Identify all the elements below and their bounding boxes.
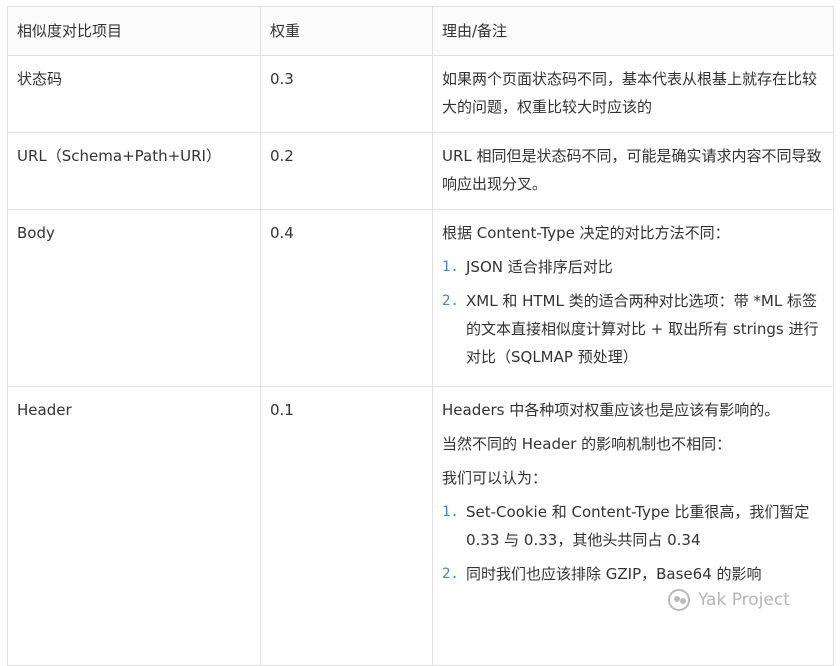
list-number: 2. <box>442 293 459 309</box>
note-intro: 根据 Content-Type 决定的对比方法不同： <box>442 224 730 242</box>
note-content: Headers 中各种项对权重应该也是应该有影响的。 当然不同的 Header … <box>442 396 826 594</box>
header-note: 理由/备注 <box>432 6 834 56</box>
list-item: 2. 同时我们也应该排除 GZIP，Base64 的影响 <box>442 560 826 588</box>
cell-note: URL 相同但是状态码不同，可能是确实请求内容不同导致响应出现分叉。 <box>432 132 834 210</box>
cell-item: Body <box>7 209 261 387</box>
cell-note: 根据 Content-Type 决定的对比方法不同： 1. JSON 适合排序后… <box>432 209 834 387</box>
list-text: 同时我们也应该排除 GZIP，Base64 的影响 <box>466 565 762 583</box>
cell-note: 如果两个页面状态码不同，基本代表从根基上就存在比较大的问题，权重比较大时应该的 <box>432 55 834 133</box>
cell-note: Headers 中各种项对权重应该也是应该有影响的。 当然不同的 Header … <box>432 386 834 666</box>
table-row-header: Header 0.1 Headers 中各种项对权重应该也是应该有影响的。 当然… <box>7 386 834 666</box>
note-paragraph: 我们可以认为： <box>442 469 548 487</box>
cell-item: URL（Schema+Path+URI） <box>7 132 261 210</box>
list-item: 1. Set-Cookie 和 Content-Type 比重很高，我们暂定 0… <box>442 498 826 554</box>
header-item: 相似度对比项目 <box>7 6 261 56</box>
cell-item: 状态码 <box>7 55 261 133</box>
table-row-body: Body 0.4 根据 Content-Type 决定的对比方法不同： 1. J… <box>7 209 834 387</box>
cell-item: Header <box>7 386 261 666</box>
table-header-row: 相似度对比项目 权重 理由/备注 <box>7 6 834 56</box>
cell-weight: 0.4 <box>260 209 433 387</box>
note-paragraph: Headers 中各种项对权重应该也是应该有影响的。 <box>442 401 780 419</box>
list-text: Set-Cookie 和 Content-Type 比重很高，我们暂定 0.33… <box>466 503 810 549</box>
similarity-table: 相似度对比项目 权重 理由/备注 状态码 0.3 如果两个页面状态码不同，基本代… <box>7 6 834 666</box>
list-item: 1. JSON 适合排序后对比 <box>442 253 826 281</box>
list-text: JSON 适合排序后对比 <box>466 258 613 276</box>
list-number: 1. <box>442 504 459 520</box>
list-item: 2. XML 和 HTML 类的适合两种对比选项：带 *ML 标签的文本直接相似… <box>442 287 826 371</box>
table-row-status: 状态码 0.3 如果两个页面状态码不同，基本代表从根基上就存在比较大的问题，权重… <box>7 55 834 133</box>
note-paragraph: 当然不同的 Header 的影响机制也不相同： <box>442 435 732 453</box>
ordered-list: 1. Set-Cookie 和 Content-Type 比重很高，我们暂定 0… <box>442 498 826 588</box>
list-text: XML 和 HTML 类的适合两种对比选项：带 *ML 标签的文本直接相似度计算… <box>466 292 819 366</box>
table-row-url: URL（Schema+Path+URI） 0.2 URL 相同但是状态码不同，可… <box>7 132 834 210</box>
list-number: 2. <box>442 566 459 582</box>
ordered-list: 1. JSON 适合排序后对比 2. XML 和 HTML 类的适合两种对比选项… <box>442 253 826 371</box>
header-weight: 权重 <box>260 6 433 56</box>
cell-weight: 0.1 <box>260 386 433 666</box>
cell-weight: 0.2 <box>260 132 433 210</box>
list-number: 1. <box>442 259 459 275</box>
cell-weight: 0.3 <box>260 55 433 133</box>
